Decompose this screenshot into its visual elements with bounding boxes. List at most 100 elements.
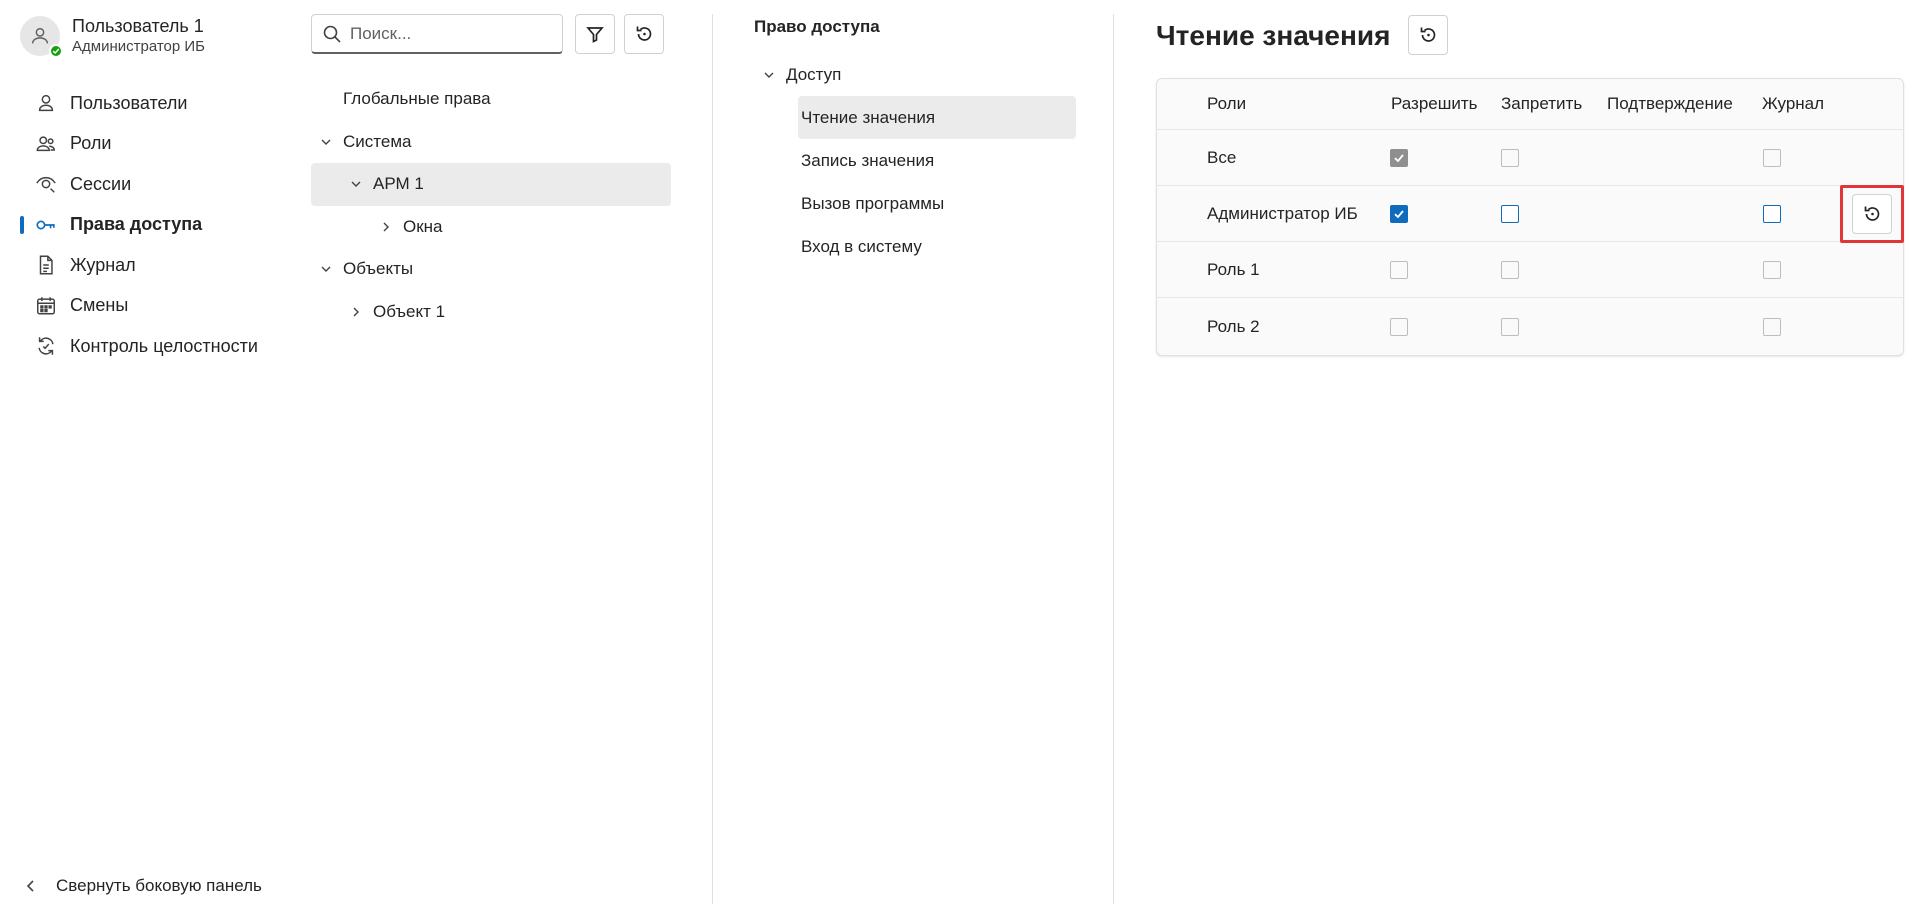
permission-item-read-value[interactable]: Чтение значения [798,96,1076,139]
table-row: Администратор ИБ [1157,186,1903,242]
checkmark-icon [1394,153,1404,162]
nav-item-label: Сессии [70,173,132,194]
nav-item-users[interactable]: Пользователи [0,83,300,124]
tree-item-object-1[interactable]: Объект 1 [311,291,671,334]
chevron-down-icon[interactable] [319,135,333,149]
nav-item-integrity-control[interactable]: Контроль целостности [0,326,300,367]
reset-icon [1864,206,1880,221]
column-header-deny: Запретить [1501,94,1583,113]
title-reset-button[interactable] [1408,15,1448,55]
nav-menu: Пользователи Роли Сессии Права доступа Ж… [0,83,300,367]
tree-item-label: Объект 1 [373,301,446,321]
object-tree: Глобальные права Система АРМ 1 Окна Объе… [311,78,671,333]
nav-item-label: Права доступа [70,214,203,235]
tree-item-arm-1[interactable]: АРМ 1 [311,163,671,206]
table-row: Роль 2 [1157,298,1903,355]
nav-item-journal[interactable]: Журнал [0,245,300,286]
role-name: Все [1207,147,1237,167]
nav-item-sessions[interactable]: Сессии [0,164,300,205]
table-row: Все [1157,130,1903,186]
tree-item-label: АРМ 1 [373,174,424,194]
reset-icon [1420,27,1436,42]
tree-item-system[interactable]: Система [311,121,671,164]
allow-checkbox[interactable] [1390,148,1408,167]
allow-checkbox[interactable] [1390,204,1408,223]
search-input[interactable] [350,23,540,44]
nav-item-label: Роли [70,133,112,154]
chevron-down-icon[interactable] [349,177,363,191]
tree-item-global-rights[interactable]: Глобальные права [311,78,671,121]
column-header-journal: Журнал [1762,94,1825,113]
calendar-icon [34,294,58,318]
checkmark-icon [52,48,60,55]
row-reset-button[interactable] [1852,194,1892,234]
avatar [20,16,63,58]
tree-reset-button[interactable] [624,14,664,54]
divider [712,14,713,904]
checkmark-icon [1394,209,1404,218]
column-header-roles: Роли [1207,94,1247,113]
sidebar: Пользователь 1 Администратор ИБ Пользова… [0,0,300,918]
collapse-sidebar-button[interactable]: Свернуть боковую панель [24,876,262,896]
tree-item-label: Объекты [343,259,414,279]
chevron-down-icon[interactable] [319,262,333,276]
user-name: Пользователь 1 [72,16,204,36]
deny-checkbox[interactable] [1501,148,1519,167]
permission-item-write-value[interactable]: Запись значения [798,139,1076,182]
key-icon [34,213,58,237]
permission-item-label: Запись значения [801,150,935,170]
user-role: Администратор ИБ [72,38,206,55]
permissions-tree: Доступ Чтение значения Запись значения В… [756,53,1076,268]
people-icon [34,132,58,156]
permission-item-label: Вызов программы [801,193,945,213]
row-reset-highlight [1840,185,1904,243]
permission-item-login[interactable]: Вход в систему [798,225,1076,268]
search-field[interactable] [311,14,563,54]
permission-item-label: Вход в систему [801,236,922,256]
permission-item-call-program[interactable]: Вызов программы [798,182,1076,225]
divider [1113,14,1114,904]
chevron-left-icon [26,880,34,892]
permissions-heading: Право доступа [754,17,880,36]
role-name: Роль 1 [1207,259,1260,279]
chevron-right-icon[interactable] [379,220,393,234]
nav-item-access-rights[interactable]: Права доступа [0,205,300,246]
journal-checkbox[interactable] [1763,148,1781,167]
role-name: Администратор ИБ [1207,203,1358,223]
user-card[interactable]: Пользователь 1 Администратор ИБ [20,15,206,58]
table-header: Роли Разрешить Запретить Подтверждение Ж… [1157,79,1903,130]
deny-checkbox[interactable] [1501,204,1519,223]
deny-checkbox[interactable] [1501,317,1519,336]
journal-checkbox[interactable] [1763,204,1781,223]
nav-item-label: Контроль целостности [70,335,258,356]
nav-item-label: Журнал [70,254,136,275]
journal-checkbox[interactable] [1763,260,1781,279]
permission-group-access[interactable]: Доступ [756,53,1076,96]
sync-icon [34,334,58,358]
page-title: Чтение значения [1156,20,1391,51]
tree-item-label: Система [343,131,412,151]
reset-icon [636,26,652,41]
tree-item-objects[interactable]: Объекты [311,248,671,291]
deny-checkbox[interactable] [1501,260,1519,279]
permission-item-label: Чтение значения [801,107,936,127]
presence-badge [49,44,63,58]
nav-item-roles[interactable]: Роли [0,124,300,165]
permissions-table: Роли Разрешить Запретить Подтверждение Ж… [1156,78,1904,356]
tree-item-label: Окна [403,216,443,236]
chevron-down-icon[interactable] [762,68,776,82]
nav-item-shifts[interactable]: Смены [0,286,300,327]
allow-checkbox[interactable] [1390,317,1408,336]
table-row: Роль 1 [1157,242,1903,298]
filter-button[interactable] [575,14,615,54]
nav-item-label: Пользователи [70,92,188,113]
tree-item-label: Глобальные права [343,89,491,109]
tree-item-windows[interactable]: Окна [311,206,671,249]
allow-checkbox[interactable] [1390,260,1408,279]
filter-icon [586,27,604,43]
search-icon [323,25,341,43]
chevron-right-icon[interactable] [349,305,363,319]
journal-checkbox[interactable] [1763,317,1781,336]
document-icon [34,253,58,277]
person-icon [31,27,49,44]
